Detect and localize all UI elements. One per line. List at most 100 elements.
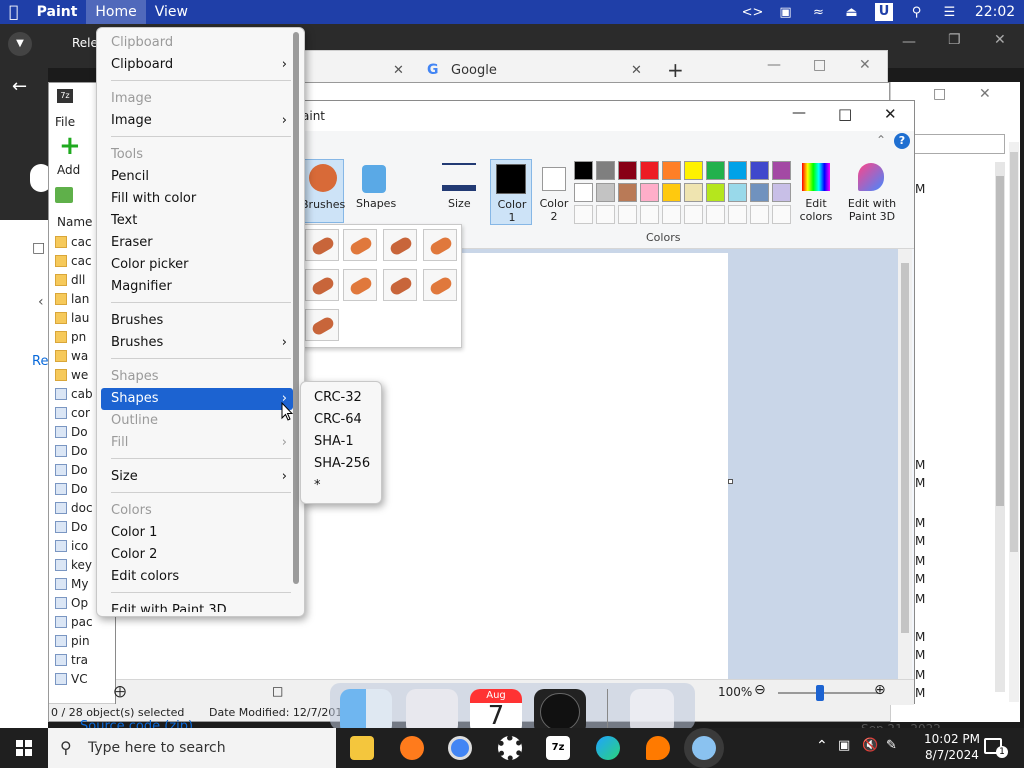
code-icon[interactable]: <> bbox=[736, 5, 769, 20]
chrome-maximize-icon[interactable]: □ bbox=[813, 57, 826, 73]
file-row[interactable]: lan bbox=[53, 290, 97, 309]
file-row[interactable]: key bbox=[53, 556, 97, 575]
menu-item-size[interactable]: Size › bbox=[101, 466, 293, 488]
file-row[interactable]: pac bbox=[53, 613, 97, 632]
file-row[interactable]: cac bbox=[53, 252, 97, 271]
explorer-scrollbar[interactable] bbox=[995, 162, 1005, 692]
brush-type-option[interactable] bbox=[383, 269, 417, 301]
submenu-item-sha-256[interactable]: SHA-256 bbox=[305, 453, 377, 475]
settings-gear-icon[interactable] bbox=[498, 736, 522, 760]
brush-type-option[interactable] bbox=[305, 309, 339, 341]
new-tab-button[interactable]: + bbox=[667, 58, 684, 82]
brush-type-option[interactable] bbox=[423, 229, 457, 261]
custom-color-slot[interactable] bbox=[728, 205, 747, 224]
file-row[interactable]: lau bbox=[53, 309, 97, 328]
palette-swatch[interactable] bbox=[772, 161, 791, 180]
menu-item-edit-with-paint-3d[interactable]: Edit with Paint 3D bbox=[101, 600, 293, 612]
menu-home[interactable]: Home bbox=[86, 0, 146, 24]
taskbar-search-box[interactable]: ⚲ Type here to search bbox=[48, 728, 336, 768]
explorer-close-icon[interactable]: ✕ bbox=[979, 86, 991, 102]
paint-close-icon[interactable]: ✕ bbox=[884, 105, 897, 123]
ribbon-collapse-icon[interactable]: ⌃ bbox=[876, 133, 886, 147]
brush-type-option[interactable] bbox=[423, 269, 457, 301]
menu-item-brushes[interactable]: Brushes bbox=[101, 310, 293, 332]
palette-swatch[interactable] bbox=[772, 183, 791, 202]
volume-muted-icon[interactable]: 🔇 bbox=[862, 738, 878, 753]
menu-item-text[interactable]: Text bbox=[101, 210, 293, 232]
palette-swatch[interactable] bbox=[574, 161, 593, 180]
palette-swatch[interactable] bbox=[596, 183, 615, 202]
up-folder-icon[interactable] bbox=[55, 187, 73, 203]
zoom-slider[interactable] bbox=[778, 685, 878, 701]
file-row[interactable]: Do bbox=[53, 518, 97, 537]
file-row[interactable]: Do bbox=[53, 442, 97, 461]
file-row[interactable]: Do bbox=[53, 461, 97, 480]
file-row[interactable]: wa bbox=[53, 347, 97, 366]
search-icon[interactable]: ⚲ bbox=[900, 5, 933, 20]
menu-item-color-2[interactable]: Color 2 bbox=[101, 544, 293, 566]
palette-swatch[interactable] bbox=[618, 183, 637, 202]
palette-swatch[interactable] bbox=[574, 183, 593, 202]
firefox-icon[interactable] bbox=[400, 736, 424, 760]
palette-swatch[interactable] bbox=[728, 183, 747, 202]
palette-swatch[interactable] bbox=[662, 183, 681, 202]
color2-selector[interactable]: Color 2 bbox=[536, 159, 572, 225]
shapes-tool[interactable]: Shapes bbox=[354, 159, 396, 223]
brush-type-option[interactable] bbox=[305, 229, 339, 261]
menu-item-shapes[interactable]: Shapes › bbox=[101, 388, 293, 410]
file-explorer-icon[interactable] bbox=[350, 736, 374, 760]
network-icon[interactable]: ▣ bbox=[838, 738, 850, 753]
menu-item-brushes[interactable]: Brushes › bbox=[101, 332, 293, 354]
main-scrollbar[interactable] bbox=[1009, 142, 1019, 702]
palette-swatch[interactable] bbox=[684, 183, 703, 202]
brush-type-option[interactable] bbox=[383, 229, 417, 261]
file-row[interactable]: cac bbox=[53, 233, 97, 252]
palette-swatch[interactable] bbox=[728, 161, 747, 180]
chrome-icon[interactable] bbox=[448, 736, 472, 760]
custom-color-slot[interactable] bbox=[596, 205, 615, 224]
palette-swatch[interactable] bbox=[750, 183, 769, 202]
file-row[interactable]: Do bbox=[53, 423, 97, 442]
submenu-item--[interactable]: * bbox=[305, 475, 377, 497]
submenu-item-sha-1[interactable]: SHA-1 bbox=[305, 431, 377, 453]
custom-color-slot[interactable] bbox=[706, 205, 725, 224]
release-link[interactable]: Re bbox=[32, 354, 48, 369]
zoom-slider-thumb[interactable] bbox=[816, 685, 824, 701]
browser-tab-title[interactable]: Rele bbox=[72, 36, 98, 50]
custom-color-slot[interactable] bbox=[750, 205, 769, 224]
tray-chevron-icon[interactable]: ⌃ bbox=[816, 738, 828, 754]
submenu-item-crc-64[interactable]: CRC-64 bbox=[305, 409, 377, 431]
canvas-vscroll-thumb[interactable] bbox=[901, 263, 909, 633]
menu-item-fill-with-color[interactable]: Fill with color bbox=[101, 188, 293, 210]
main-scroll-thumb[interactable] bbox=[1010, 152, 1018, 552]
custom-color-slot[interactable] bbox=[618, 205, 637, 224]
zoom-out-button[interactable]: ⊖ bbox=[754, 682, 766, 698]
google-tab-close-icon[interactable]: ✕ bbox=[631, 63, 642, 78]
custom-color-slot[interactable] bbox=[772, 205, 791, 224]
chrome-minimize-icon[interactable]: — bbox=[767, 57, 781, 73]
paint-minimize-icon[interactable]: — bbox=[792, 105, 806, 121]
menu-item-color-picker[interactable]: Color picker bbox=[101, 254, 293, 276]
size-tool[interactable]: Size bbox=[438, 159, 482, 223]
explorer-address-box[interactable] bbox=[913, 134, 1005, 154]
help-button[interactable]: ? bbox=[894, 133, 910, 149]
search-tool-icon[interactable] bbox=[646, 736, 670, 760]
back-arrow-icon[interactable]: ← bbox=[12, 76, 27, 97]
file-row[interactable]: tra bbox=[53, 651, 97, 670]
menu-scrollbar[interactable] bbox=[293, 32, 299, 584]
palette-swatch[interactable] bbox=[640, 183, 659, 202]
file-row[interactable]: dll bbox=[53, 271, 97, 290]
custom-color-slot[interactable] bbox=[574, 205, 593, 224]
file-row[interactable]: pin bbox=[53, 632, 97, 651]
brush-type-option[interactable] bbox=[343, 269, 377, 301]
explorer-maximize-icon[interactable]: □ bbox=[933, 86, 946, 102]
file-row[interactable]: ico bbox=[53, 537, 97, 556]
7zip-taskbar-icon[interactable]: 7z bbox=[546, 736, 570, 760]
file-row[interactable]: doc bbox=[53, 499, 97, 518]
chrome-close-icon[interactable]: ✕ bbox=[859, 57, 871, 73]
add-plus-icon[interactable]: + bbox=[59, 131, 81, 161]
menu-item-clipboard[interactable]: Clipboard › bbox=[101, 54, 293, 76]
apple-icon[interactable]:  bbox=[0, 0, 28, 24]
edit-paint3d-button[interactable]: Edit with Paint 3D bbox=[844, 159, 900, 229]
palette-swatch[interactable] bbox=[640, 161, 659, 180]
